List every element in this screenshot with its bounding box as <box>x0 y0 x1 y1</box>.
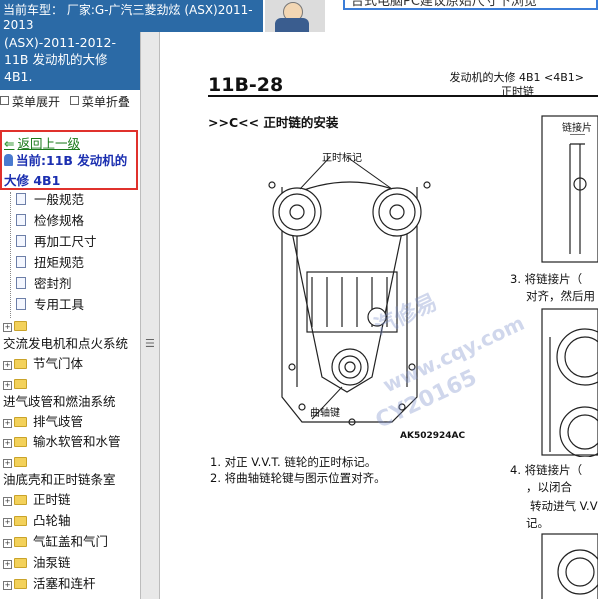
chain-link-diagram-1 <box>541 115 598 263</box>
document-icon <box>16 214 26 226</box>
expand-plus-icon: + <box>3 381 12 390</box>
label-timing-mark: 正时标记 <box>322 153 362 164</box>
figure-code: AK502924AC <box>400 431 466 441</box>
sprocket-diagram-3 <box>541 533 598 599</box>
menu-collapse-button[interactable]: 菜单折叠 <box>69 95 130 109</box>
right-step-3-line1: 3. 将链接片（ <box>510 272 583 286</box>
document-icon <box>16 256 26 268</box>
mascot-image <box>265 0 325 32</box>
tree-doc-service-spec[interactable]: 检修规格 <box>16 211 84 231</box>
right-step-4-line4: 记。 <box>526 516 549 530</box>
tree-folder-group-2[interactable]: + <box>3 374 33 394</box>
folder-icon <box>14 321 27 331</box>
document-icon <box>16 298 26 310</box>
tree-folder-piston[interactable]: + 活塞和连杆 <box>3 574 96 594</box>
tree-folder-throttle-body[interactable]: + 节气门体 <box>3 354 83 374</box>
folder-icon <box>14 437 27 447</box>
tree-folder-water-hose[interactable]: + 输水软管和水管 <box>3 432 121 452</box>
expand-plus-icon: + <box>3 361 12 370</box>
tree-folder-group-1[interactable]: + <box>3 316 33 336</box>
folder-icon <box>14 516 27 526</box>
document-icon <box>16 277 26 289</box>
tree-section-intake[interactable]: 进气歧管和燃油系统 <box>3 392 116 412</box>
step-2: 2. 将曲轴链轮键与图示位置对齐。 <box>210 471 386 485</box>
expand-plus-icon: + <box>3 323 12 332</box>
tree-folder-camshaft[interactable]: + 凸轮轴 <box>3 511 71 531</box>
document-icon <box>16 235 26 247</box>
right-step-4-line3: 转动进气 V.V <box>530 499 598 513</box>
expand-plus-icon: + <box>3 419 12 428</box>
menu-expand-button[interactable]: 菜单展开 <box>0 95 60 109</box>
expand-plus-icon: + <box>3 497 12 506</box>
expand-plus-icon: + <box>3 439 12 448</box>
tree-section-oil-pan[interactable]: 油底壳和正时链条室 <box>3 470 116 490</box>
tree-doc-special-tools[interactable]: 专用工具 <box>16 295 84 315</box>
tree-folder-group-3[interactable]: + <box>3 452 33 472</box>
expand-plus-icon: + <box>3 581 12 590</box>
tree-section-alternator[interactable]: 交流发电机和点火系统 <box>3 334 128 354</box>
splitter-grip-icon: ☰ <box>145 337 155 350</box>
current-car-model-header: 当前车型： 厂家:G-广汽三菱劲炫 (ASX)2011-2013 <box>0 0 263 32</box>
tree-doc-torque-spec[interactable]: 扭矩规范 <box>16 253 84 273</box>
tree-doc-sealant[interactable]: 密封剂 <box>16 274 72 294</box>
expand-plus-icon: + <box>3 518 12 527</box>
current-item: 当前:11B 发动机的 大修 4B1 <box>4 153 128 188</box>
folder-icon <box>14 558 27 568</box>
step-1: 1. 对正 V.V.T. 链轮的正时标记。 <box>210 455 377 469</box>
expand-plus-icon: + <box>3 539 12 548</box>
tree-folder-oil-pump-chain[interactable]: + 油泵链 <box>3 553 71 573</box>
document-icon <box>16 193 26 205</box>
tree-folder-timing-chain[interactable]: + 正时链 <box>3 490 71 510</box>
tree-doc-rework-size[interactable]: 再加工尺寸 <box>16 232 97 252</box>
folder-icon <box>14 359 27 369</box>
folder-icon <box>14 579 27 589</box>
collapse-square-icon <box>69 96 79 105</box>
tree-folder-exhaust[interactable]: + 排气歧管 <box>3 412 83 432</box>
document-viewer: 11B-28 发动机的大修 4B1 <4B1> 正时链 >>C<< 正时链的安装 <box>162 32 598 599</box>
tree-folder-cylinder-head[interactable]: + 气缸盖和气门 <box>3 532 108 552</box>
browse-notice-banner: 台式电脑PC建议原始尺寸下浏览 <box>343 0 598 10</box>
folder-icon <box>14 495 27 505</box>
label-crank-key: 曲轴键 <box>310 408 340 419</box>
expand-plus-icon: + <box>3 560 12 569</box>
right-step-4-line1: 4. 将链接片（ <box>510 463 583 477</box>
car-model-label: 当前车型： <box>3 3 64 17</box>
tree-doc-general-spec[interactable]: 一般规范 <box>16 190 84 210</box>
folder-icon <box>14 457 27 467</box>
folder-icon <box>14 417 27 427</box>
model-title: (ASX)-2011-2012- 11B 发动机的大修 4B1. <box>0 32 140 90</box>
expand-square-icon <box>0 96 9 105</box>
back-arrow-icon: ⇐ <box>4 136 15 151</box>
header-rule <box>208 95 598 97</box>
sprocket-diagram-2 <box>541 308 598 457</box>
folder-icon <box>14 379 27 389</box>
page-number: 11B-28 <box>208 74 284 96</box>
panel-splitter[interactable]: ☰ <box>140 32 160 599</box>
menu-controls: 菜单展开 菜单折叠 <box>0 94 140 110</box>
right-step-3-line2: 对齐，然后用 <box>526 289 595 303</box>
folder-icon <box>14 537 27 547</box>
sidebar: (ASX)-2011-2012- 11B 发动机的大修 4B1. 菜单展开 菜单… <box>0 32 140 599</box>
back-link[interactable]: ⇐ 返回上一级 <box>4 133 80 152</box>
section-heading: >>C<< 正时链的安装 <box>208 115 339 130</box>
right-step-4-line2: ，以闭合 <box>526 480 572 494</box>
expand-plus-icon: + <box>3 459 12 468</box>
person-icon <box>4 154 13 166</box>
label-chain-link: 链接片 <box>562 119 592 134</box>
